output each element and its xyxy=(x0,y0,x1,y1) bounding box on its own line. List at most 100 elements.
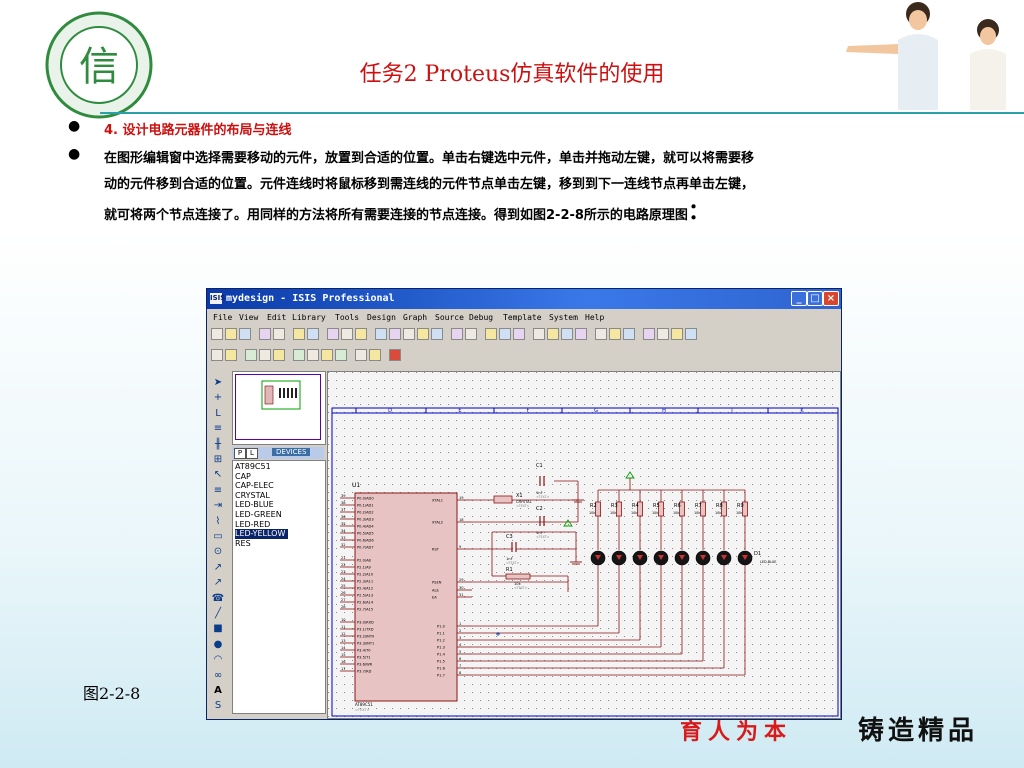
menu-library[interactable]: Library xyxy=(292,313,326,322)
menu-file[interactable]: File xyxy=(213,313,232,322)
device-item[interactable]: CAP xyxy=(235,472,251,482)
graph-tool-icon[interactable]: ⌇ xyxy=(211,516,225,528)
device-item[interactable]: CAP-ELEC xyxy=(235,481,274,491)
close-button[interactable]: × xyxy=(823,291,839,306)
block-move-icon[interactable] xyxy=(547,328,559,340)
sim-probe-icon[interactable] xyxy=(321,349,333,361)
block-delete-icon[interactable] xyxy=(575,328,587,340)
copy-icon[interactable] xyxy=(499,328,511,340)
device-item[interactable]: LED-RED xyxy=(235,520,270,530)
window-titlebar[interactable]: ISIS mydesign - ISIS Professional _ □ × xyxy=(207,289,841,309)
menu-source[interactable]: Source xyxy=(435,313,464,322)
pick-icon[interactable] xyxy=(595,328,607,340)
zoom-area-icon[interactable] xyxy=(431,328,443,340)
device-item[interactable]: LED-BLUE xyxy=(235,500,274,510)
wire-label-icon[interactable] xyxy=(259,349,271,361)
text-tool-icon[interactable]: A xyxy=(211,685,225,697)
terminal-tool-icon[interactable]: ≡ xyxy=(211,485,225,497)
pin-tool-icon[interactable]: ⇥ xyxy=(211,500,225,512)
text-script-tool-icon[interactable]: ≡ xyxy=(211,423,225,435)
save-icon[interactable] xyxy=(239,328,251,340)
menu-help[interactable]: Help xyxy=(585,313,604,322)
annotate-icon[interactable] xyxy=(211,349,223,361)
menu-tools[interactable]: Tools xyxy=(335,313,359,322)
overview-window[interactable] xyxy=(232,371,326,445)
netlist-icon[interactable] xyxy=(273,349,285,361)
property-assign-icon[interactable] xyxy=(685,328,697,340)
junction-tool-icon[interactable]: + xyxy=(211,392,225,404)
label-tool-icon[interactable]: L xyxy=(211,408,225,420)
u1-left-pin-name: P3.7/RD xyxy=(357,669,372,673)
undo-icon[interactable] xyxy=(451,328,463,340)
path-tool-icon[interactable]: ∞ xyxy=(211,670,225,682)
instrument-tool-icon[interactable]: ☎ xyxy=(211,593,225,605)
search-tag-icon[interactable] xyxy=(245,349,257,361)
u1-p1-pin-name: P1.3 xyxy=(437,645,445,649)
print-icon[interactable] xyxy=(293,328,305,340)
origin-icon[interactable] xyxy=(355,328,367,340)
menu-template[interactable]: Template xyxy=(503,313,542,322)
line-tool-icon[interactable]: ╱ xyxy=(211,608,225,620)
new-icon[interactable] xyxy=(211,328,223,340)
people-illustration xyxy=(846,2,1006,110)
device-item[interactable]: RES xyxy=(235,539,251,549)
grid-icon[interactable] xyxy=(341,328,353,340)
wire-autoroute-icon[interactable] xyxy=(657,328,669,340)
bus-tool-icon[interactable]: ╫ xyxy=(211,439,225,451)
menu-debug[interactable]: Debug xyxy=(469,313,493,322)
pick-devices-button[interactable]: P xyxy=(234,448,246,459)
device-item[interactable]: LED-YELLOW xyxy=(235,529,289,540)
zoom-in-icon[interactable] xyxy=(389,328,401,340)
paste-icon[interactable] xyxy=(513,328,525,340)
pan-icon[interactable] xyxy=(375,328,387,340)
box-tool-icon[interactable]: ■ xyxy=(211,623,225,635)
block-rotate-icon[interactable] xyxy=(561,328,573,340)
device-item[interactable]: AT89C51 xyxy=(235,462,271,472)
schematic-editing-window[interactable]: D E F G H J K U1 39 P0.0/AD0 38 P0.1/AD1 37 P0.2/AD2 3… xyxy=(327,371,841,719)
decompose-icon[interactable] xyxy=(643,328,655,340)
make-device-icon[interactable] xyxy=(609,328,621,340)
zoom-out-icon[interactable] xyxy=(403,328,415,340)
symbol-tool-icon[interactable]: S xyxy=(211,700,225,712)
redo-icon[interactable] xyxy=(465,328,477,340)
ares-icon[interactable] xyxy=(307,349,319,361)
generator-tool-icon[interactable]: ⊙ xyxy=(211,546,225,558)
probe-voltage-tool-icon[interactable]: ↗ xyxy=(211,562,225,574)
arc-tool-icon[interactable]: ◠ xyxy=(211,654,225,666)
open-icon[interactable] xyxy=(225,328,237,340)
toolbar-row-1 xyxy=(211,326,837,346)
redraw-icon[interactable] xyxy=(327,328,339,340)
print-area-icon[interactable] xyxy=(307,328,319,340)
resistor-value: 10k xyxy=(631,511,637,515)
component-tool-icon[interactable]: ➤ xyxy=(211,377,225,389)
device-item[interactable]: LED-GREEN xyxy=(235,510,282,520)
menu-design[interactable]: Design xyxy=(367,313,396,322)
menu-system[interactable]: System xyxy=(549,313,578,322)
new-sheet-icon[interactable] xyxy=(369,349,381,361)
doc-icon[interactable] xyxy=(355,349,367,361)
menu-view[interactable]: View xyxy=(239,313,258,322)
zoom-all-icon[interactable] xyxy=(417,328,429,340)
probe-current-tool-icon[interactable]: ↗ xyxy=(211,577,225,589)
electrical-rules-icon[interactable] xyxy=(293,349,305,361)
search-icon[interactable] xyxy=(671,328,683,340)
minimize-button[interactable]: _ xyxy=(791,291,807,306)
sim-graph-icon[interactable] xyxy=(335,349,347,361)
export-icon[interactable] xyxy=(273,328,285,340)
package-icon[interactable] xyxy=(623,328,635,340)
selection-tool-icon[interactable]: ↖ xyxy=(211,469,225,481)
isis-help-icon[interactable] xyxy=(389,349,401,361)
block-copy-icon[interactable] xyxy=(533,328,545,340)
maximize-button[interactable]: □ xyxy=(807,291,823,306)
import-icon[interactable] xyxy=(259,328,271,340)
u1-left-pin-name: P2.1/A9 xyxy=(357,565,372,569)
menu-edit[interactable]: Edit xyxy=(267,313,286,322)
device-item[interactable]: CRYSTAL xyxy=(235,491,270,501)
menu-graph[interactable]: Graph xyxy=(403,313,427,322)
bom-icon[interactable] xyxy=(225,349,237,361)
cut-icon[interactable] xyxy=(485,328,497,340)
library-manager-button[interactable]: L xyxy=(246,448,258,459)
circle-tool-icon[interactable]: ● xyxy=(211,639,225,651)
subcircuit-tool-icon[interactable]: ⊞ xyxy=(211,454,225,466)
tape-tool-icon[interactable]: ▭ xyxy=(211,531,225,543)
